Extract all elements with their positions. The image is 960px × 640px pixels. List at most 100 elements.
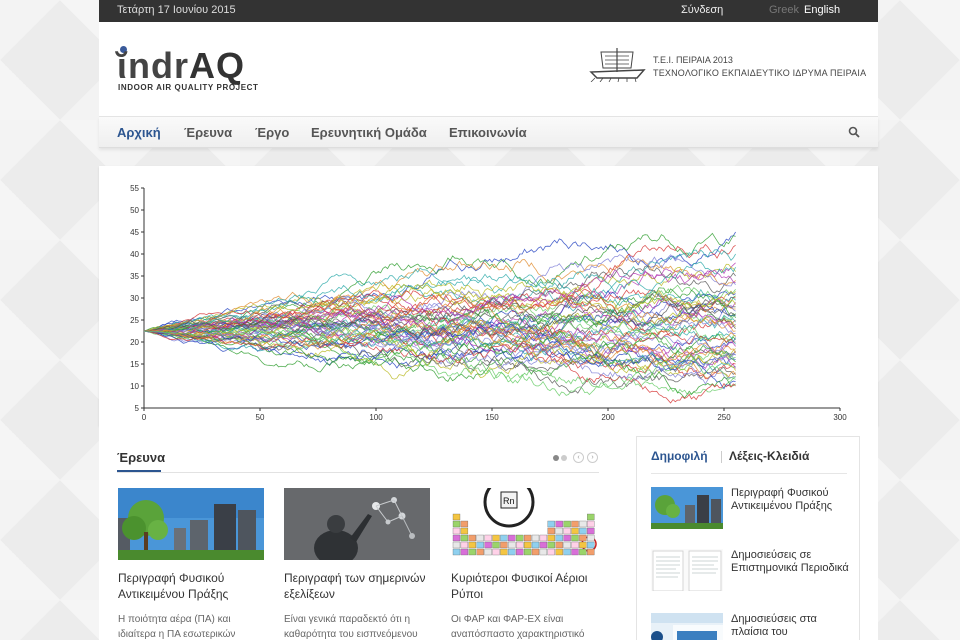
card-title[interactable]: Περιγραφή Φυσικού Αντικειμένου Πράξης: [118, 570, 266, 602]
element-cell: [492, 534, 500, 542]
element-cell: [555, 534, 563, 542]
element-cell: [452, 534, 461, 542]
nav-item-contact[interactable]: Επικοινωνία: [449, 125, 527, 140]
card-title[interactable]: Περιγραφή των σημερινών εξελίξεων: [284, 570, 432, 602]
research-card[interactable]: Περιγραφή Φυσικού Αντικειμένου Πράξης Η …: [118, 488, 266, 640]
element-cell: [476, 534, 484, 542]
element-cell: [587, 520, 595, 528]
research-card[interactable]: Rn Κυριότεροι Φυσικοί Αέριοι Ρύποι Οι ΦΑ…: [451, 488, 599, 640]
language-greek-link[interactable]: Greek: [769, 4, 799, 16]
top-bar: Τετάρτη 17 Ιουνίου 2015 Σύνδεση Greek En…: [99, 0, 878, 22]
element-cell: [516, 541, 524, 549]
element-cell: [516, 534, 524, 542]
section-divider: [117, 472, 599, 473]
element-cell: [555, 520, 563, 528]
institution-name-full: ΤΕΧΝΟΛΟΓΙΚΟ ΕΚΠΑΙΔΕΥΤΙΚΟ ΙΔΡΥΜΑ ΠΕΙΡΑΙΑ: [653, 68, 867, 78]
element-cell: [492, 541, 500, 549]
institution-logo[interactable]: Τ.Ε.Ι. ΠΕΙΡΑΙΑ 2013 ΤΕΧΝΟΛΟΓΙΚΟ ΕΚΠΑΙΔΕΥ…: [587, 44, 867, 84]
x-tick-label: 0: [142, 413, 147, 422]
element-cell: [587, 527, 595, 535]
element-cell: [516, 548, 524, 556]
nav-item-home[interactable]: Αρχική: [117, 125, 161, 140]
main-navigation: Αρχική Έρευνα Έργο Ερευνητική Ομάδα Επικ…: [99, 117, 878, 148]
ship-icon: [589, 48, 646, 82]
element-cell: [460, 548, 469, 556]
sidebar-item-title[interactable]: Δημοσιεύσεις στα πλαίσια του: [731, 613, 849, 639]
element-cell: [563, 541, 571, 549]
login-link[interactable]: Σύνδεση: [681, 4, 723, 16]
sidebar-item-title[interactable]: Δημοσιεύσεις σε Επιστημονικά Περιοδικά: [731, 549, 849, 575]
search-icon[interactable]: [848, 126, 860, 138]
element-cell: [547, 548, 555, 556]
element-cell: [460, 541, 469, 549]
card-title[interactable]: Κυριότεροι Φυσικοί Αέριοι Ρύποι: [451, 570, 599, 602]
sidebar-item-title[interactable]: Περιγραφή Φυσικού Αντικειμένου Πράξης: [731, 487, 849, 513]
y-tick-label: 50: [130, 206, 139, 215]
card-excerpt: Είναι γενικά παραδεκτό ότι η καθαρότητα …: [284, 614, 418, 640]
periodic-table-image[interactable]: Rn: [451, 488, 597, 560]
element-cell: [547, 527, 555, 535]
chevron-left-icon[interactable]: ‹: [573, 452, 584, 463]
element-cell: [452, 513, 461, 521]
logo-wordmark: ῐndrAQ: [117, 46, 245, 86]
y-tick-label: 35: [130, 272, 139, 281]
element-cell: [579, 541, 587, 549]
element-cell: [571, 548, 579, 556]
y-tick-label: 5: [135, 404, 140, 413]
popular-sidebar: Δημοφιλή Λέξεις-Κλειδιά Περιγραφή Φυσικο…: [636, 436, 860, 640]
element-cell: [492, 548, 500, 556]
element-cell: [468, 534, 476, 542]
city-trees-thumb[interactable]: [651, 487, 723, 529]
element-cell: [452, 548, 461, 556]
element-cell: [500, 541, 508, 549]
research-section-title: Έρευνα: [117, 450, 166, 465]
tab-popular[interactable]: Δημοφιλή: [651, 449, 708, 463]
sidebar-item[interactable]: Περιγραφή Φυσικού Αντικειμένου Πράξης: [651, 487, 851, 531]
sidebar-item[interactable]: Δημοσιεύσεις στα πλαίσια του: [651, 613, 851, 640]
nav-item-project[interactable]: Έργο: [255, 125, 289, 140]
element-cell: [587, 534, 595, 542]
element-cell: [468, 548, 476, 556]
element-cell: [563, 548, 571, 556]
nav-item-research[interactable]: Έρευνα: [184, 125, 232, 140]
element-cell: [547, 520, 555, 528]
element-cell: [539, 541, 548, 549]
institution-name-short: Τ.Ε.Ι. ΠΕΙΡΑΙΑ 2013: [653, 55, 733, 65]
y-tick-label: 55: [130, 184, 139, 193]
series-line: [143, 330, 736, 399]
element-cell: [460, 534, 469, 542]
x-tick-label: 50: [256, 413, 265, 422]
element-cell: [476, 548, 484, 556]
element-cell: [571, 527, 579, 535]
current-date: Τετάρτη 17 Ιουνίου 2015: [117, 4, 236, 16]
element-cell: [563, 520, 571, 528]
x-tick-label: 300: [833, 413, 847, 422]
y-tick-label: 15: [130, 360, 139, 369]
site-logo[interactable]: ῐndrAQ INDOOR AIR QUALITY PROJECT: [117, 46, 277, 96]
element-cell: [547, 534, 555, 542]
sidebar-item[interactable]: Δημοσιεύσεις σε Επιστημονικά Περιοδικά: [651, 549, 851, 593]
document-pages-thumb[interactable]: [651, 549, 723, 591]
element-cell: [571, 534, 579, 542]
tab-keywords[interactable]: Λέξεις-Κλειδιά: [729, 449, 809, 463]
research-card[interactable]: Περιγραφή των σημερινών εξελίξεων Είναι …: [284, 488, 432, 640]
chevron-right-icon[interactable]: ›: [587, 452, 598, 463]
element-cell: [500, 534, 508, 542]
molecule-touch-image[interactable]: [284, 488, 430, 560]
element-cell: [468, 541, 476, 549]
language-english-link[interactable]: English: [804, 4, 840, 16]
element-cell: [476, 541, 484, 549]
era-net-thumb[interactable]: [651, 613, 723, 640]
city-trees-image[interactable]: [118, 488, 264, 560]
element-cell: [523, 534, 532, 542]
element-cell: [508, 541, 516, 549]
x-tick-label: 100: [369, 413, 383, 422]
carousel-dot[interactable]: [561, 455, 567, 461]
sidebar-divider: [651, 473, 847, 474]
carousel-dot-active[interactable]: [553, 455, 559, 461]
element-cell: [587, 541, 595, 549]
card-excerpt: Η ποιότητα αέρα (ΠΑ) και ιδιαίτερα η ΠΑ …: [118, 614, 236, 640]
y-tick-label: 20: [130, 338, 139, 347]
nav-item-research-team[interactable]: Ερευνητική Ομάδα: [311, 125, 427, 140]
element-cell: [484, 541, 492, 549]
